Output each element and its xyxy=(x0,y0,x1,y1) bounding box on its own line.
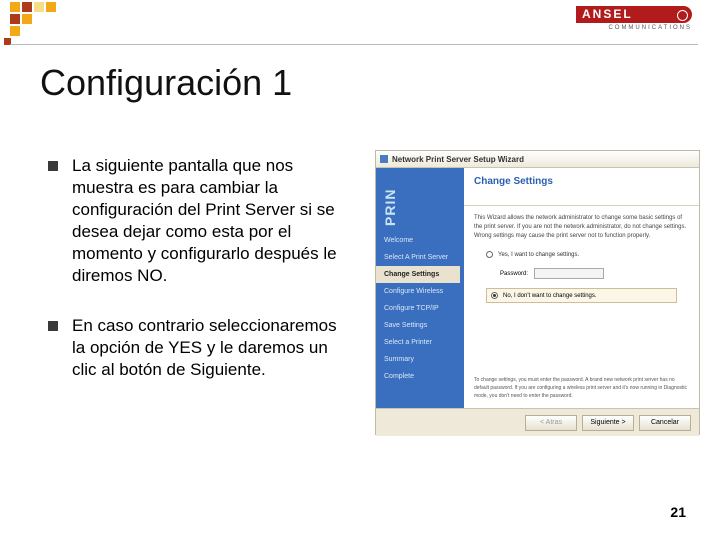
step-summary: Summary xyxy=(382,351,460,368)
wizard-header: Change Settings xyxy=(464,168,699,206)
brand-subtitle: COMMUNICATIONS xyxy=(608,25,692,31)
wizard-note: To change settings, you must enter the p… xyxy=(474,376,689,400)
option-no-label: No, I don't want to change settings. xyxy=(503,293,597,299)
radio-icon xyxy=(486,251,493,258)
brand-logo: ANSEL xyxy=(576,6,692,23)
bullet-marker-icon xyxy=(48,321,58,331)
cancel-button[interactable]: Cancelar xyxy=(639,415,691,431)
bullet-text: En caso contrario seleccionaremos la opc… xyxy=(72,315,353,381)
wizard-header-title: Change Settings xyxy=(474,176,689,187)
bullet-item: La siguiente pantalla que nos muestra es… xyxy=(48,155,353,287)
wizard-sidebar: PRIN Welcome Select A Print Server Chang… xyxy=(376,168,464,408)
option-yes[interactable]: Yes, I want to change settings. xyxy=(486,251,677,258)
window-title: Network Print Server Setup Wizard xyxy=(392,155,524,164)
step-select-print-server: Select A Print Server xyxy=(382,249,460,266)
back-button[interactable]: < Atras xyxy=(525,415,577,431)
option-yes-label: Yes, I want to change settings. xyxy=(498,252,579,258)
step-change-settings: Change Settings xyxy=(376,266,460,283)
page-number: 21 xyxy=(670,504,686,520)
bullet-item: En caso contrario seleccionaremos la opc… xyxy=(48,315,353,381)
wizard-buttons: < Atras Siguiente > Cancelar xyxy=(376,408,699,436)
wizard-description: This Wizard allows the network administr… xyxy=(464,206,699,247)
topbar: ANSEL COMMUNICATIONS xyxy=(0,0,720,44)
step-configure-tcpip: Configure TCP/IP xyxy=(382,300,460,317)
wizard-window: Network Print Server Setup Wizard PRIN W… xyxy=(375,150,700,435)
next-button[interactable]: Siguiente > xyxy=(582,415,634,431)
option-no[interactable]: No, I don't want to change settings. xyxy=(486,288,677,303)
bullet-list: La siguiente pantalla que nos muestra es… xyxy=(48,155,353,409)
step-complete: Complete xyxy=(382,368,460,385)
step-configure-wireless: Configure Wireless xyxy=(382,283,460,300)
bullet-text: La siguiente pantalla que nos muestra es… xyxy=(72,155,353,287)
wizard-main: Change Settings This Wizard allows the n… xyxy=(464,168,699,408)
password-label: Password: xyxy=(500,271,528,277)
radio-icon xyxy=(491,292,498,299)
step-save-settings: Save Settings xyxy=(382,317,460,334)
divider xyxy=(10,44,698,45)
password-input[interactable] xyxy=(534,268,604,279)
step-select-printer: Select a Printer xyxy=(382,334,460,351)
slide-title: Configuración 1 xyxy=(40,62,292,104)
wizard-steps: Welcome Select A Print Server Change Set… xyxy=(382,232,460,385)
sidebar-brand-text: PRIN xyxy=(382,189,398,226)
bullet-marker-icon xyxy=(48,161,58,171)
wizard-titlebar: Network Print Server Setup Wizard xyxy=(376,151,699,168)
step-welcome: Welcome xyxy=(382,232,460,249)
app-icon xyxy=(380,155,388,163)
password-row: Password: xyxy=(464,266,699,285)
